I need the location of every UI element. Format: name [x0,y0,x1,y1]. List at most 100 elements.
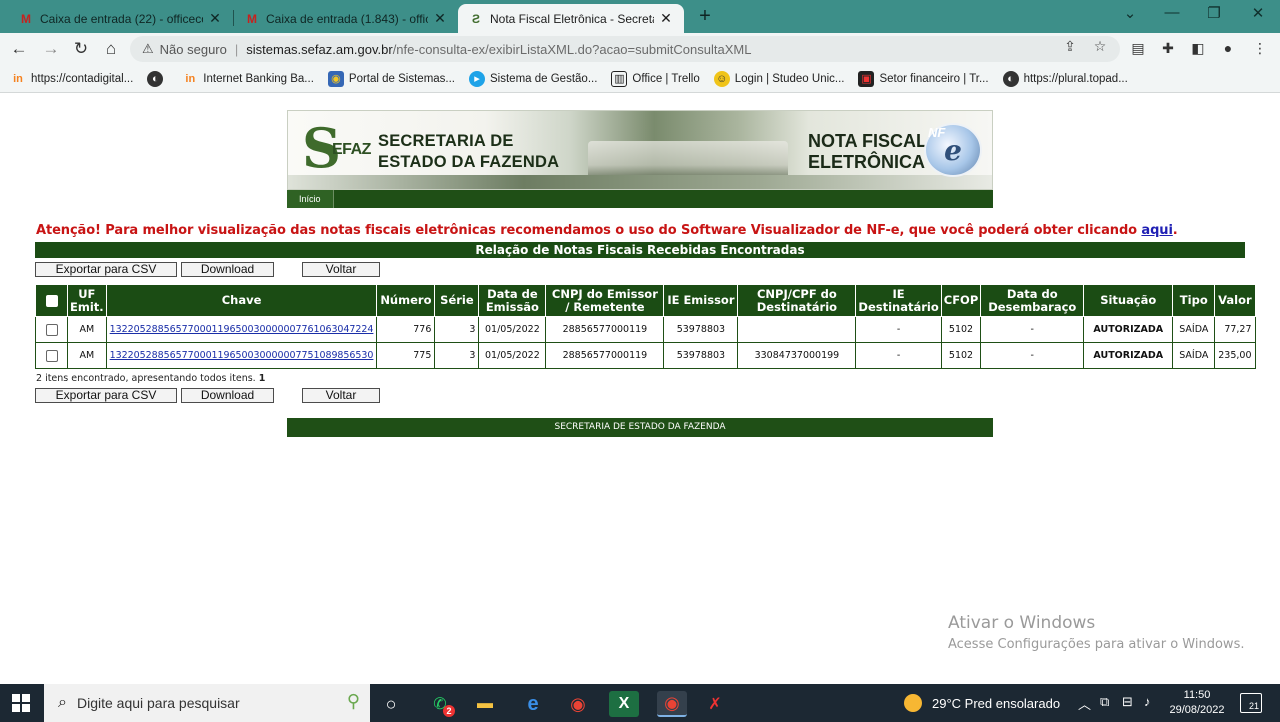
row-checkbox[interactable] [45,323,58,336]
attention-suffix: . [1172,223,1178,238]
search-highlight-icon: ⚲ [346,691,360,711]
cell-cnpj-emissor: 28856577000119 [545,342,665,369]
chave-link[interactable]: 1322052885657700011965003000000775108985… [110,350,374,361]
select-all-checkbox[interactable] [45,294,58,307]
url-host[interactable]: sistemas.sefaz.am.gov.br [246,42,392,57]
volume-icon[interactable]: ♪ [1144,694,1151,709]
close-tab-icon[interactable]: ✕ [658,10,674,27]
bookmark-label: Office | Trello [632,72,700,85]
bookmark-setor-financeiro[interactable]: ▣ Setor financeiro | Tr... [858,70,989,87]
banner-water-image [288,175,992,189]
weather-widget[interactable]: 29°C Pred ensolarado [904,694,1060,712]
cell-cnpj-destinatario: 33084737000199 [737,342,857,369]
col-ie-emissor: IE Emissor [663,284,739,317]
app-red-icon[interactable]: ✗ [700,691,730,717]
taskbar-clock[interactable]: 11:50 29/08/2022 [1168,688,1226,718]
tray-chevron-icon[interactable]: ︿ [1078,694,1091,713]
bookmark-sistema-gestao[interactable]: ▸ Sistema de Gestão... [469,70,597,87]
clock-date: 29/08/2022 [1169,704,1225,716]
row-checkbox[interactable] [45,349,58,362]
notification-center-icon[interactable]: 21 [1240,693,1262,713]
cell-ie-emissor: 53978803 [663,316,739,343]
sistema-icon: ▸ [469,70,486,87]
cell-chave: 1322052885657700011965003000000775108985… [105,342,378,369]
puzzle-icon[interactable]: ✚ [1158,40,1178,57]
attention-text: Atenção! Para melhor visualização das no… [36,223,1142,238]
bookmark-contadigital[interactable]: in https://contadigital... [10,71,133,87]
home-icon[interactable]: ⌂ [100,39,122,59]
close-tab-icon[interactable]: ✕ [207,10,223,27]
sidepanel-icon[interactable]: ◧ [1188,40,1208,57]
task-view-icon[interactable]: ○ [376,691,406,717]
export-csv-button-bottom[interactable]: Exportar para CSV [35,388,177,403]
nfe-title-line2: ELETRÔNICA [808,152,925,172]
tab-title: Nota Fiscal Eletrônica - Secretaria [490,11,654,26]
chrome-icon[interactable]: ◉ [563,691,593,717]
attention-message: Atenção! Para melhor visualização das no… [36,223,1178,238]
bookmark-plural[interactable]: ◐ https://plural.topad... [1002,70,1128,87]
bookmark-portal-sistemas[interactable]: ◉ Portal de Sistemas... [327,70,455,87]
bookmark-trello[interactable]: ▥ Office | Trello [611,70,700,87]
taskbar-search-input[interactable]: ⌕ Digite aqui para pesquisar ⚲ [44,684,370,722]
back-button[interactable]: Voltar [302,262,380,277]
whatsapp-badge: 2 [443,705,455,717]
page-number[interactable]: 1 [259,373,266,384]
viewer-download-link[interactable]: aqui [1141,223,1172,238]
tab-gmail-2[interactable]: M Caixa de entrada (1.843) - officec ✕ [234,4,458,33]
excel-icon[interactable]: X [609,691,639,717]
whatsapp-icon[interactable]: ✆ 2 [425,691,455,717]
warning-icon[interactable]: ⚠ [142,41,154,57]
minimize-button[interactable]: — [1157,4,1187,21]
search-placeholder: Digite aqui para pesquisar [76,695,240,711]
studeo-icon: ☺ [713,70,730,87]
tab-title: Caixa de entrada (1.843) - officec [266,11,428,26]
close-window-button[interactable]: ✕ [1243,4,1273,22]
sefaz-logo-text: EFAZ [332,141,371,158]
file-explorer-icon[interactable]: ▬ [470,691,500,717]
col-data-desembaraco: Data do Desembaraço [980,284,1085,317]
browser-tab-strip: M Caixa de entrada (22) - officecont ✕ M… [0,0,1280,33]
tab-nfe[interactable]: Ƨ Nota Fiscal Eletrônica - Secretaria ✕ [458,4,684,33]
back-icon[interactable]: ← [8,39,30,59]
table-header-row: UF Emit. Chave Número Série Data de Emis… [35,284,1256,317]
tab-search-button[interactable]: ⌄ [1115,4,1145,22]
download-button-bottom[interactable]: Download [181,388,274,403]
download-button[interactable]: Download [181,262,274,277]
col-numero: Número [376,284,436,317]
share-icon[interactable]: ⇪ [1060,38,1080,55]
profile-avatar-icon[interactable]: ● [1218,40,1238,56]
chrome-active-icon[interactable]: ◉ [657,691,687,717]
col-cnpj-destinatario: CNPJ/CPF do Destinatário [737,284,857,317]
new-tab-button[interactable]: + [694,5,716,28]
bookmark-internet-banking[interactable]: in Internet Banking Ba... [182,71,314,87]
cell-cfop: 5102 [940,342,982,369]
windows-start-icon[interactable] [12,694,32,712]
bookmark-star-icon[interactable]: ☆ [1090,38,1110,55]
address-bar[interactable]: ⚠ Não seguro | sistemas.sefaz.am.gov.br /… [130,36,1120,62]
col-serie: Série [434,284,480,317]
extension-icon[interactable]: ▤ [1128,40,1148,57]
tab-gmail-1[interactable]: M Caixa de entrada (22) - officecont ✕ [8,4,233,33]
bookmark-globe[interactable]: ◐ [147,70,168,87]
sefaz-logo: S EFAZ [302,121,372,175]
forward-icon[interactable]: → [40,39,62,59]
bookmark-studeo[interactable]: ☺ Login | Studeo Unic... [713,70,844,87]
weather-text: 29°C Pred ensolarado [932,695,1061,711]
invoices-table: UF Emit. Chave Número Série Data de Emis… [35,284,1256,369]
back-button-bottom[interactable]: Voltar [302,388,380,403]
tray-sync-icon[interactable]: ⧉ [1100,694,1109,710]
menu-item-inicio[interactable]: Início [287,190,334,208]
security-label[interactable]: Não seguro [160,42,227,57]
url-path[interactable]: /nfe-consulta-ex/exibirListaXML.do?acao=… [393,42,752,57]
menu-dots-icon[interactable]: ⋮ [1250,40,1270,57]
restore-button[interactable]: ❐ [1199,4,1229,22]
network-icon[interactable]: ⊟ [1122,694,1133,710]
cell-ie-destinatario: - [855,342,942,369]
internet-explorer-icon[interactable]: e [518,691,548,717]
close-tab-icon[interactable]: ✕ [432,10,448,27]
col-valor: Valor [1214,284,1256,317]
bookmark-label: Internet Banking Ba... [203,72,314,85]
reload-icon[interactable]: ↻ [70,39,92,59]
export-csv-button[interactable]: Exportar para CSV [35,262,177,277]
chave-link[interactable]: 1322052885657700011965003000000776106304… [110,324,374,335]
